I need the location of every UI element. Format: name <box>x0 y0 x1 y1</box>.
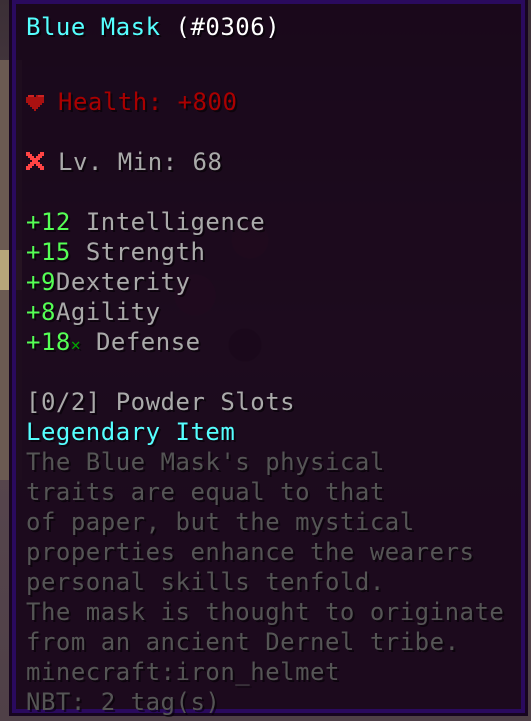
lore-line: properties enhance the wearers <box>26 538 475 566</box>
lore-line: traits are equal to that <box>26 478 385 506</box>
stat-value: +8 <box>26 298 56 326</box>
health-stat: Health: +800 <box>58 88 238 116</box>
stat-value: +9 <box>26 268 56 296</box>
stat-line-strength: +15 Strength <box>26 237 205 267</box>
stat-name: Dexterity <box>55 268 191 296</box>
red-cross-icon <box>26 149 48 171</box>
health-line: Health: +800 <box>26 87 237 117</box>
lore-line: from an ancient Dernel tribe. <box>26 628 460 656</box>
stat-line-agility: +8Agility <box>26 297 161 327</box>
item-name: Blue Mask <box>26 13 161 41</box>
level-minimum: Lv. Min: 68 <box>58 148 223 176</box>
item-tooltip: Blue Mask (#0306) Health: +800 Lv. Min: … <box>9 0 528 716</box>
stat-mark: ✕ <box>70 335 81 354</box>
stat-name: Intelligence <box>85 208 266 236</box>
lore-line: personal skills tenfold. <box>26 568 385 596</box>
item-title-line: Blue Mask (#0306) <box>26 12 280 42</box>
rarity-label: Legendary Item <box>26 418 236 446</box>
stat-line-intelligence: +12 Intelligence <box>26 207 265 237</box>
stat-value: +18 <box>26 328 71 356</box>
lore-line: The mask is thought to originate <box>26 598 505 626</box>
stat-name: Agility <box>55 298 161 326</box>
stat-value: +15 <box>26 238 71 266</box>
stat-line-dexterity: +9Dexterity <box>26 267 190 297</box>
lore-line: of paper, but the mystical <box>26 508 415 536</box>
stat-value: +12 <box>26 208 71 236</box>
stat-line-defense: +18✕ Defense <box>26 327 201 357</box>
level-requirement-line: Lv. Min: 68 <box>26 147 222 177</box>
stat-name: Strength <box>85 238 206 266</box>
powder-slots: [0/2] Powder Slots <box>26 388 296 416</box>
item-id: (#0306) <box>175 13 281 41</box>
minecraft-id: minecraft:iron_helmet <box>26 658 340 686</box>
lore-line: The Blue Mask's physical <box>26 448 385 476</box>
heart-icon <box>26 90 48 111</box>
nbt-tags: NBT: 2 tag(s) <box>26 688 221 716</box>
stat-name: Defense <box>95 328 201 356</box>
